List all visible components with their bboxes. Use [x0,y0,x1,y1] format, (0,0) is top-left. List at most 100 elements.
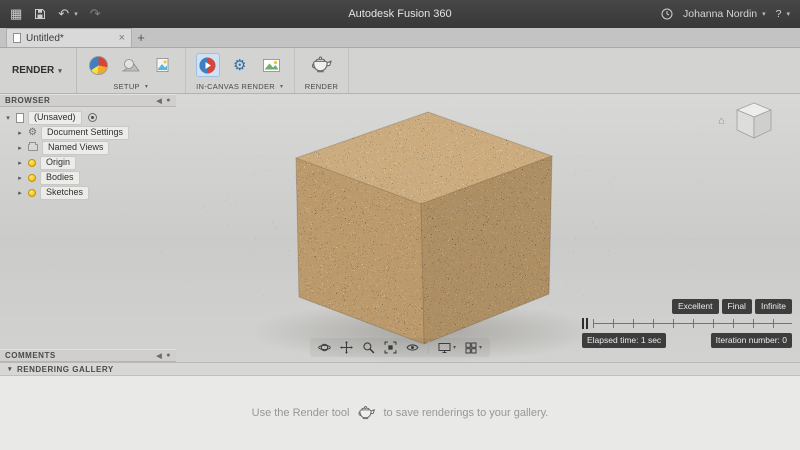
comments-panel: COMMENTS ◀ ● [0,349,176,362]
render-settings-button[interactable]: ⚙ [228,53,252,77]
root-label[interactable]: (Unsaved) [28,110,82,125]
orbit-icon [318,343,331,352]
gallery-empty-caption: Use the Render tool to save renderings t… [251,405,549,421]
chevron-down-icon: ▾ [144,84,149,90]
fit-icon [384,341,397,354]
chevron-down-icon: ▾ [786,11,790,18]
redo-button[interactable]: ↷ [90,6,101,22]
new-tab-button[interactable]: + [132,28,150,47]
navbar-separator [427,341,429,354]
tab-untitled[interactable]: Untitled* × [6,28,132,47]
elapsed-time-badge: Elapsed time: 1 sec [582,333,667,348]
chevron-down-icon: ▾ [280,84,284,90]
toolbar-group-render: RENDER [295,48,350,93]
decal-button[interactable] [151,53,175,77]
tree-root[interactable]: ▾ (Unsaved) [4,110,176,125]
capture-image-icon [263,58,281,72]
setup-group-label[interactable]: SETUP ▾ [113,82,148,91]
grid-icon [465,342,477,353]
tree-item-origin[interactable]: ▸ Origin [4,155,176,170]
panel-options-icon[interactable]: ● [166,97,171,104]
tree-item-named-views[interactable]: ▸ Named Views [4,140,176,155]
appearance-button[interactable] [87,53,111,77]
pan-button[interactable] [339,341,353,354]
lightbulb-icon[interactable] [28,188,36,197]
iteration-badge: Iteration number: 0 [710,333,792,348]
scene-settings-icon [121,59,140,72]
look-at-button[interactable] [406,341,419,354]
chevron-down-icon: ▾ [479,345,483,351]
rendering-gallery-body: Use the Render tool to save renderings t… [0,376,800,450]
chevron-down-icon: ▾ [8,366,13,373]
expand-icon[interactable]: ▸ [16,174,24,182]
save-icon[interactable] [34,8,46,20]
decal-icon [156,58,169,72]
tabbar: Untitled* × + [0,28,800,48]
slider-track[interactable] [593,319,792,328]
browser-header[interactable]: BROWSER ◀ ● [0,94,176,107]
expand-icon[interactable]: ▸ [16,129,24,137]
panel-collapse-icon[interactable]: ◀ [156,352,162,360]
titlebar: ▦ ↶ ▾ ↷ Autodesk Fusion 360 Johanna Nord… [0,0,800,28]
in-canvas-render-button[interactable] [195,53,220,77]
folder-icon [28,142,38,151]
incanvas-group-label[interactable]: IN-CANVAS RENDER ▾ [196,82,283,91]
tree-item-sketches[interactable]: ▸ Sketches [4,185,176,200]
scene-settings-button[interactable] [119,53,143,77]
close-icon[interactable]: × [119,32,125,44]
user-menu[interactable]: Johanna Nordin ▾ [683,8,766,20]
undo-button[interactable]: ↶ ▾ [58,6,77,22]
chevron-down-icon: ▾ [74,11,78,18]
lightbulb-icon[interactable] [28,173,36,182]
slider-handle[interactable] [582,318,588,329]
chevron-down-icon: ▾ [58,67,62,75]
comments-header[interactable]: COMMENTS ◀ ● [0,349,176,362]
browser-panel: BROWSER ◀ ● ▾ (Unsaved) ▸ ⚙ Document Set… [0,94,176,200]
tree-item-bodies[interactable]: ▸ Bodies [4,170,176,185]
appearance-icon [89,55,109,75]
workspace-label: RENDER [12,65,55,76]
teapot-icon [309,55,333,75]
toolbar-group-setup: SETUP ▾ [77,48,186,93]
chevron-down-icon: ▾ [452,345,456,351]
orbit-button[interactable] [318,341,331,354]
quality-slider[interactable] [582,318,792,329]
grid-display-button[interactable]: ▾ [465,342,482,354]
teapot-icon [356,405,376,421]
render-group-label[interactable]: RENDER [305,82,338,91]
redo-icon: ↷ [89,6,101,21]
lightbulb-icon[interactable] [28,158,36,167]
gear-icon: ⚙ [233,56,247,74]
document-icon [16,112,24,123]
display-settings-icon [438,342,451,353]
render-button[interactable] [309,53,333,77]
workspace-switcher[interactable]: RENDER ▾ [0,48,77,93]
home-icon[interactable]: ⌂ [718,115,725,127]
rendering-gallery-header[interactable]: ▾ RENDERING GALLERY [0,362,800,376]
app-grid-icon[interactable]: ▦ [10,6,22,22]
navigation-bar: ▾ ▾ [309,338,491,357]
render-quality-widget: Excellent Final Infinite Elapsed time: 1… [582,299,792,348]
zoom-button[interactable] [362,341,375,354]
tab-label: Untitled* [26,32,64,44]
clock-icon[interactable] [661,8,673,20]
quality-preset-infinite[interactable]: Infinite [754,299,792,314]
tree-item-document-settings[interactable]: ▸ ⚙ Document Settings [4,125,176,140]
expand-icon[interactable]: ▾ [4,114,12,122]
visibility-radio-icon[interactable] [87,113,97,122]
render-canvas[interactable]: ⌂ BROWSER ◀ ● ▾ (Unsaved) ▸ ⚙ Document S… [0,94,800,362]
panel-options-icon[interactable]: ● [166,352,171,359]
viewcube[interactable]: ⌂ [718,96,788,146]
help-menu[interactable]: ? ▾ [776,8,790,20]
display-settings-button[interactable]: ▾ [438,342,456,354]
panel-collapse-icon[interactable]: ◀ [156,97,162,105]
expand-icon[interactable]: ▸ [16,189,24,197]
expand-icon[interactable]: ▸ [16,144,24,152]
capture-image-button[interactable] [260,53,284,77]
pan-icon [339,341,353,354]
gear-icon: ⚙ [28,126,37,138]
quality-preset-excellent[interactable]: Excellent [672,299,719,314]
fit-button[interactable] [384,341,397,354]
quality-preset-final[interactable]: Final [721,299,752,314]
expand-icon[interactable]: ▸ [16,159,24,167]
